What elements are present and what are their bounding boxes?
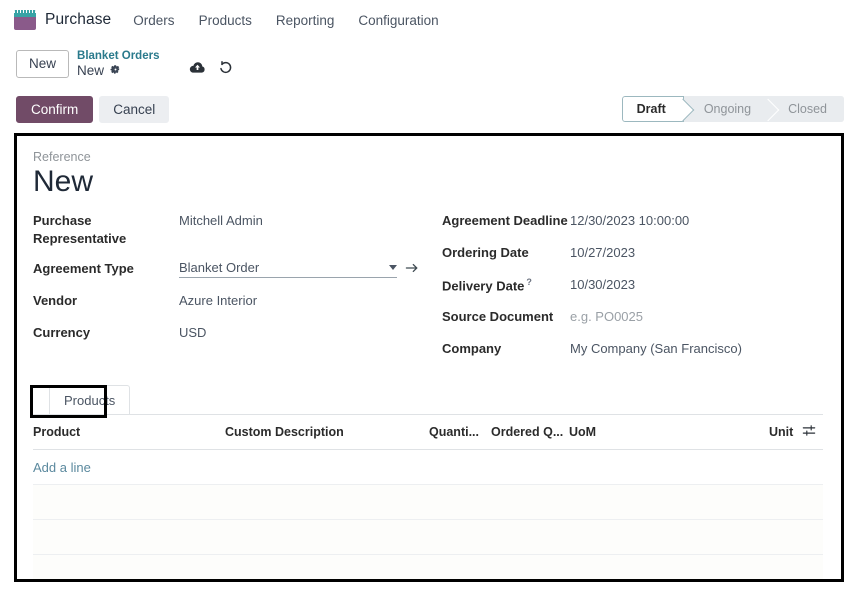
column-header-uom[interactable]: UoM <box>569 415 769 450</box>
field-vendor: Vendor Azure Interior <box>33 292 428 311</box>
purchase-app-icon[interactable] <box>14 10 36 30</box>
field-label-company: Company <box>442 341 502 356</box>
tab-products[interactable]: Products <box>49 385 131 414</box>
table-row <box>33 554 823 579</box>
agreement-type-input[interactable]: Blanket Order <box>179 260 397 279</box>
field-value-purchase-representative[interactable]: Mitchell Admin <box>179 212 428 230</box>
app-icon-ticks <box>14 10 36 13</box>
field-delivery-date: Delivery Date? 10/30/2023 <box>442 276 823 295</box>
arrow-right-icon[interactable] <box>405 262 419 276</box>
field-label-delivery-date-text: Delivery Date <box>442 278 525 294</box>
field-value-delivery-date[interactable]: 10/30/2023 <box>570 276 823 294</box>
new-record-button[interactable]: New <box>16 50 70 78</box>
status-pipeline: Draft Ongoing Closed <box>621 96 844 122</box>
field-agreement-deadline: Agreement Deadline 12/30/2023 10:00:00 <box>442 212 823 231</box>
breadcrumb-current: New <box>77 62 105 78</box>
column-header-unit-price[interactable]: Unit P... <box>769 415 795 450</box>
field-label-currency: Currency <box>33 325 91 341</box>
column-header-ordered-qty[interactable]: Ordered Q... <box>491 415 569 450</box>
field-label-vendor: Vendor <box>33 293 78 309</box>
add-a-line-link[interactable]: Add a line <box>33 460 91 475</box>
gear-icon[interactable] <box>110 64 121 78</box>
status-step-closed[interactable]: Closed <box>768 96 844 122</box>
products-table-body: Add a line <box>33 449 823 579</box>
column-header-quantity[interactable]: Quanti... <box>429 415 491 450</box>
menu-item-orders[interactable]: Orders <box>133 13 174 28</box>
field-source-document: Source Document e.g. PO0025 <box>442 308 823 327</box>
field-purchase-representative: Purchase Representative Mitchell Admin <box>33 212 428 247</box>
notebook-tab-row: Products <box>33 380 823 414</box>
column-header-custom-description[interactable]: Custom Description <box>225 415 429 450</box>
field-label-purchase-representative: Purchase Representative <box>33 213 127 246</box>
menu-item-products[interactable]: Products <box>199 13 252 28</box>
field-label-source-document: Source Document <box>442 309 554 324</box>
confirm-button[interactable]: Confirm <box>16 95 94 123</box>
empty-cell <box>33 554 823 579</box>
products-table-header-row: Product Custom Description Quanti... Ord… <box>33 415 823 450</box>
agreement-type-control: Blanket Order <box>179 260 419 279</box>
field-label-ordering-date: Ordering Date <box>442 245 529 260</box>
cloud-upload-icon[interactable] <box>189 61 206 75</box>
record-actions <box>189 60 234 75</box>
field-value-currency[interactable]: USD <box>179 324 428 342</box>
sliders-icon[interactable] <box>802 424 816 440</box>
optional-columns-button[interactable] <box>795 415 823 450</box>
add-a-line-row[interactable]: Add a line <box>33 449 823 485</box>
breadcrumb-current-line: New <box>77 63 159 79</box>
menu-item-configuration[interactable]: Configuration <box>358 13 438 28</box>
form-columns: Purchase Representative Mitchell Admin A… <box>33 212 823 372</box>
menu-item-reporting[interactable]: Reporting <box>276 13 335 28</box>
chevron-down-icon[interactable] <box>389 265 397 271</box>
control-panel-buttons: Confirm Cancel <box>16 95 170 123</box>
field-value-agreement-deadline[interactable]: 12/30/2023 10:00:00 <box>570 212 823 230</box>
form-column-left: Purchase Representative Mitchell Admin A… <box>33 212 428 372</box>
table-row <box>33 519 823 555</box>
page-title: New <box>33 165 94 198</box>
breadcrumb-parent-blanket-orders[interactable]: Blanket Orders <box>77 50 159 63</box>
navbar: Purchase Orders Products Reporting Confi… <box>0 0 858 40</box>
products-table-head: Product Custom Description Quanti... Ord… <box>33 415 823 450</box>
field-agreement-type: Agreement Type Blanket Order <box>33 260 428 279</box>
form-sheet-highlight: Reference New Purchase Representative Mi… <box>14 133 844 582</box>
notebook: Products Product Custom Description Quan… <box>33 380 823 579</box>
products-table: Product Custom Description Quanti... Ord… <box>33 415 823 579</box>
form-column-right: Agreement Deadline 12/30/2023 10:00:00 O… <box>428 212 823 372</box>
field-label-agreement-type: Agreement Type <box>33 261 134 277</box>
field-value-ordering-date[interactable]: 10/27/2023 <box>570 244 823 262</box>
help-tooltip-icon[interactable]: ? <box>526 277 532 287</box>
field-label-delivery-date: Delivery Date? <box>442 276 570 295</box>
reference-label: Reference <box>33 150 91 164</box>
field-value-vendor[interactable]: Azure Interior <box>179 292 428 310</box>
form-sheet: Reference New Purchase Representative Mi… <box>17 136 841 579</box>
field-value-company[interactable]: My Company (San Francisco) <box>570 340 823 358</box>
status-step-ongoing[interactable]: Ongoing <box>683 96 769 122</box>
app-name[interactable]: Purchase <box>45 11 111 29</box>
column-header-product[interactable]: Product <box>33 415 225 450</box>
field-company: Company My Company (San Francisco) <box>442 340 823 359</box>
agreement-type-value: Blanket Order <box>179 260 260 276</box>
breadcrumb-row: New Blanket Orders New <box>0 40 858 88</box>
control-panel: Confirm Cancel Draft Ongoing Closed <box>0 88 858 130</box>
field-currency: Currency USD <box>33 324 428 343</box>
breadcrumb: Blanket Orders New <box>77 50 159 79</box>
field-ordering-date: Ordering Date 10/27/2023 <box>442 244 823 263</box>
products-table-wrapper: Product Custom Description Quanti... Ord… <box>33 414 823 579</box>
field-label-agreement-deadline: Agreement Deadline <box>442 213 568 228</box>
undo-icon[interactable] <box>219 60 234 75</box>
cancel-button[interactable]: Cancel <box>99 95 170 123</box>
status-step-draft[interactable]: Draft <box>621 96 684 122</box>
empty-cell <box>33 484 823 520</box>
field-value-source-document[interactable]: e.g. PO0025 <box>570 308 823 326</box>
add-a-line-cell[interactable]: Add a line <box>33 449 823 485</box>
empty-cell <box>33 519 823 555</box>
table-row <box>33 484 823 520</box>
